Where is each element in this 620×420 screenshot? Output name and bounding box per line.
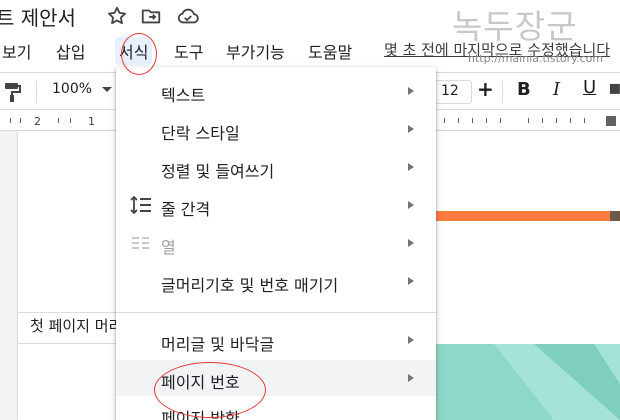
accent-band-end: [610, 211, 620, 221]
ruler-tick: [584, 118, 585, 123]
ruler-tick: [556, 118, 557, 123]
ruler-number: 1: [88, 115, 95, 128]
menu-view[interactable]: 보기: [0, 37, 35, 65]
format-menu-item-text[interactable]: 텍스트: [116, 73, 436, 109]
teal-graphic: [434, 344, 620, 420]
menu-item-label: 글머리기호 및 번호 매기기: [161, 276, 339, 295]
right-margin-marker[interactable]: [606, 116, 616, 126]
underline-button[interactable]: U: [583, 77, 596, 98]
bold-button[interactable]: B: [517, 79, 531, 100]
format-menu-item-align-indent[interactable]: 정렬 및 들여쓰기: [116, 149, 436, 185]
text-color-icon[interactable]: ▪: [608, 75, 620, 99]
menu-addons[interactable]: 부가기능: [222, 37, 289, 65]
menu-item-label: 텍스트: [161, 86, 206, 105]
menu-item-label: 머리글 및 바닥글: [161, 335, 275, 354]
submenu-arrow-icon: [408, 277, 414, 285]
toolbar-separator: [502, 81, 503, 103]
zoom-dropdown-icon[interactable]: [102, 87, 112, 92]
menu-item-label: 정렬 및 들여쓰기: [161, 162, 275, 181]
ruler-number: 2: [34, 115, 41, 128]
columns-icon: [130, 234, 152, 252]
increase-font-size-button[interactable]: +: [477, 77, 494, 101]
submenu-arrow-icon: [408, 125, 414, 133]
submenu-arrow-icon: [408, 87, 414, 95]
teal-shape-graphic: [494, 344, 620, 420]
format-menu: 텍스트 단락 스타일 정렬 및 들여쓰기 줄 간격 열 글머리기호 및 번호 매…: [116, 67, 436, 420]
ruler-tick: [20, 118, 21, 123]
submenu-arrow-icon: [408, 239, 414, 247]
menu-help[interactable]: 도움말: [304, 37, 356, 65]
ruler-tick: [486, 118, 487, 123]
annotation-circle-format-menu: [121, 33, 157, 75]
menu-item-label: 열: [161, 238, 176, 257]
menu-insert[interactable]: 삽입: [52, 37, 89, 65]
format-menu-item-bullets-numbering[interactable]: 글머리기호 및 번호 매기기: [116, 263, 436, 299]
ruler-tick: [444, 118, 445, 123]
format-menu-item-columns: 열: [116, 225, 436, 261]
cloud-saved-icon[interactable]: [176, 5, 199, 27]
ruler-tick: [58, 118, 59, 123]
format-menu-item-line-spacing[interactable]: 줄 간격: [116, 187, 436, 223]
ruler-tick: [542, 118, 543, 123]
submenu-arrow-icon: [408, 336, 414, 344]
submenu-arrow-icon: [408, 201, 414, 209]
zoom-select[interactable]: 100%: [52, 81, 92, 97]
italic-button[interactable]: I: [553, 79, 560, 100]
submenu-arrow-icon: [408, 374, 414, 382]
submenu-arrow-icon: [408, 163, 414, 171]
menu-item-label: 단락 스타일: [161, 124, 240, 143]
toolbar-separator: [36, 81, 37, 103]
ruler-tick: [472, 118, 473, 123]
document-title[interactable]: 트 제안서: [0, 2, 76, 31]
format-menu-item-headers-footers[interactable]: 머리글 및 바닥글: [116, 322, 436, 358]
paint-format-icon[interactable]: [4, 81, 22, 107]
ruler-tick: [458, 118, 459, 123]
menu-item-label: 줄 간격: [161, 200, 211, 219]
title-bar: 트 제안서 녹두장군: [0, 0, 620, 46]
annotation-circle-page-numbers: [154, 362, 266, 418]
line-spacing-icon: [130, 195, 152, 215]
ruler-tick: [70, 118, 71, 123]
star-icon[interactable]: [106, 5, 128, 27]
ruler-tick: [500, 118, 501, 123]
ruler-tick: [570, 118, 571, 123]
ruler-tick: [528, 118, 529, 123]
font-size-input[interactable]: 12: [434, 80, 472, 104]
menu-separator: [116, 312, 436, 313]
menu-tools[interactable]: 도구: [170, 37, 207, 65]
ruler-tick: [10, 118, 11, 123]
orange-accent-band: [434, 211, 610, 221]
move-to-folder-icon[interactable]: [140, 5, 162, 27]
format-menu-item-paragraph-styles[interactable]: 단락 스타일: [116, 111, 436, 147]
watermark-url: http://mainia.tistory.com: [468, 52, 604, 65]
